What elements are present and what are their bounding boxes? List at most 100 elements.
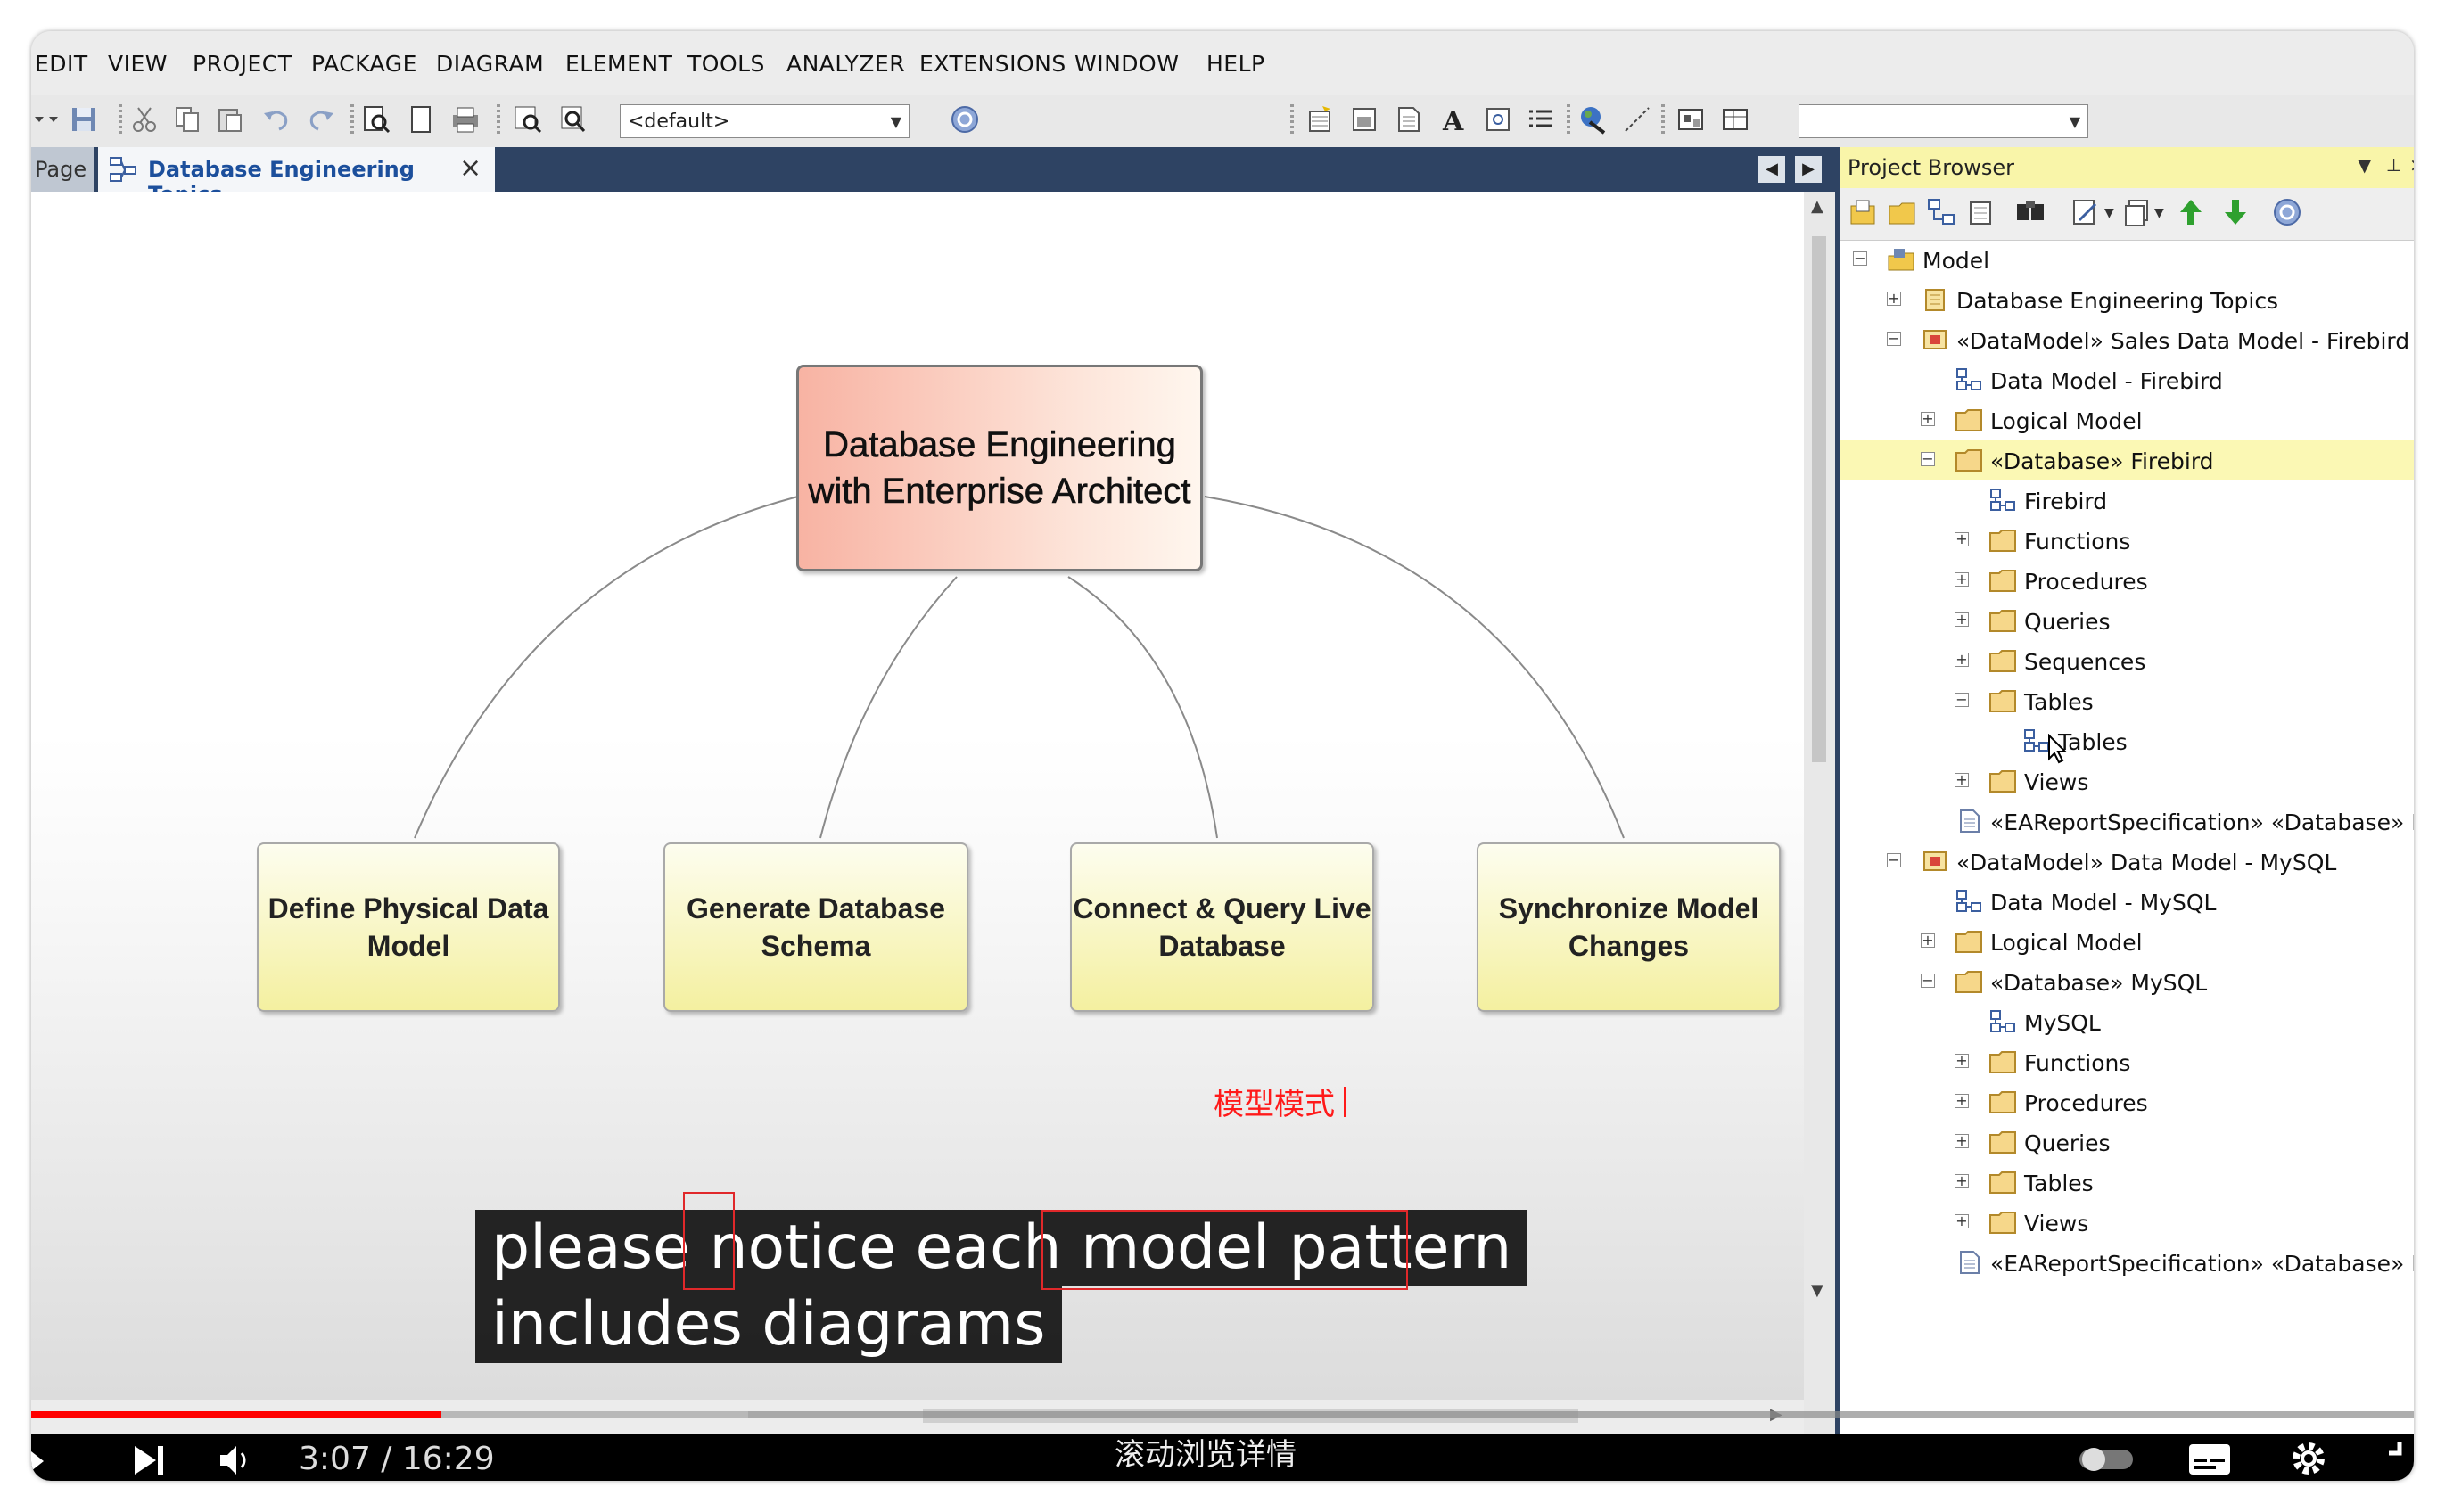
- menu-extensions[interactable]: EXTENSIONS: [919, 51, 1066, 77]
- tree-item-tables-diagram[interactable]: Tables: [1840, 721, 2414, 764]
- tree-item-queries[interactable]: + Queries: [1840, 601, 2414, 640]
- tree-item-database-engineering-topics[interactable]: + Database Engineering Topics: [1840, 280, 2414, 319]
- tree-item-views[interactable]: + Views: [1840, 761, 2414, 801]
- collapse-icon[interactable]: −: [1955, 693, 1969, 707]
- save-icon[interactable]: [69, 104, 99, 135]
- connector-4[interactable]: [1204, 496, 1625, 839]
- toolbar-right-combo[interactable]: ▼: [1799, 104, 2088, 138]
- expand-icon[interactable]: +: [1887, 292, 1901, 306]
- move-up-icon[interactable]: [2176, 197, 2206, 227]
- new-package-icon[interactable]: [1887, 197, 1917, 227]
- subtitles-icon[interactable]: [2187, 1441, 2232, 1476]
- play-icon[interactable]: [31, 1448, 53, 1475]
- tree-item-queries-mysql[interactable]: + Queries: [1840, 1122, 2414, 1162]
- expand-icon[interactable]: +: [1955, 1214, 1969, 1228]
- pin-icon[interactable]: ⊥: [2386, 154, 2401, 176]
- paste-icon[interactable]: [215, 104, 245, 135]
- find-icon[interactable]: [361, 104, 391, 135]
- new-diagram-icon[interactable]: [1926, 197, 1956, 227]
- zoom-page-icon[interactable]: [557, 104, 588, 135]
- tree-item-procedures[interactable]: + Procedures: [1840, 561, 2414, 600]
- redo-icon[interactable]: [306, 104, 336, 135]
- close-icon[interactable]: ×: [459, 152, 482, 184]
- expand-icon[interactable]: +: [1955, 773, 1969, 787]
- menu-analyzer[interactable]: ANALYZER: [786, 51, 905, 77]
- expand-icon[interactable]: +: [1921, 412, 1935, 426]
- collapse-icon[interactable]: −: [1921, 452, 1935, 466]
- menu-project[interactable]: PROJECT: [193, 51, 292, 77]
- new-model-icon[interactable]: [1848, 197, 1878, 227]
- expand-icon[interactable]: +: [1955, 653, 1969, 667]
- copy-icon[interactable]: [172, 104, 202, 135]
- new-element-icon[interactable]: [1305, 104, 1335, 135]
- connector-1[interactable]: [414, 496, 799, 839]
- expand-icon[interactable]: +: [1955, 1054, 1969, 1068]
- boundary-icon[interactable]: [1349, 104, 1379, 135]
- note-icon[interactable]: [1394, 104, 1424, 135]
- menu-package[interactable]: PACKAGE: [311, 51, 417, 77]
- find-in-browser-icon[interactable]: [2015, 197, 2046, 227]
- menu-edit[interactable]: EDIT: [35, 51, 88, 77]
- print-icon[interactable]: [450, 104, 481, 135]
- connector-3[interactable]: [1067, 576, 1218, 839]
- layout-diagram-icon[interactable]: [1675, 104, 1706, 135]
- expand-icon[interactable]: +: [1955, 612, 1969, 627]
- expand-icon[interactable]: +: [1955, 1174, 1969, 1188]
- tree-item-logical-model[interactable]: + Logical Model: [1840, 400, 2414, 440]
- topic-node-define-physical-data-model[interactable]: Define Physical Data Model: [257, 842, 560, 1012]
- help-icon[interactable]: [2272, 197, 2302, 227]
- dropdown-arrow-icon[interactable]: [31, 104, 62, 135]
- topic-node-connect-query-live-database[interactable]: Connect & Query Live Database: [1070, 842, 1374, 1012]
- color-icon[interactable]: [1577, 104, 1608, 135]
- list-icon[interactable]: [1526, 104, 1556, 135]
- hyperlink-icon[interactable]: [1483, 104, 1513, 135]
- autoplay-toggle-icon[interactable]: [2078, 1442, 2135, 1475]
- panel-menu-icon[interactable]: ▼: [2358, 154, 2371, 176]
- expand-icon[interactable]: +: [1921, 933, 1935, 948]
- tree-item-views-mysql[interactable]: + Views: [1840, 1203, 2414, 1242]
- tree-item-functions-mysql[interactable]: + Functions: [1840, 1042, 2414, 1081]
- tree-item-sequences[interactable]: + Sequences: [1840, 641, 2414, 680]
- topic-node-generate-database-schema[interactable]: Generate Database Schema: [663, 842, 968, 1012]
- volume-icon[interactable]: [217, 1442, 256, 1478]
- chevron-down-icon[interactable]: ▼: [2104, 206, 2114, 220]
- tab-scroll-right-icon[interactable]: ▶: [1795, 156, 1822, 183]
- tree-item-logical-model-mysql[interactable]: + Logical Model: [1840, 922, 2414, 961]
- tab-database-engineering-topics[interactable]: Database Engineering Topics ×: [96, 147, 495, 207]
- chevron-down-icon[interactable]: ▼: [2154, 206, 2164, 220]
- menu-view[interactable]: VIEW: [108, 51, 168, 77]
- tab-page[interactable]: Page: [31, 147, 94, 192]
- expand-icon[interactable]: +: [1955, 1094, 1969, 1108]
- menu-diagram[interactable]: DIAGRAM: [436, 51, 544, 77]
- tree-item-datamodel-firebird[interactable]: − «DataModel» Sales Data Model - Firebir…: [1840, 320, 2414, 359]
- topic-node-synchronize-model-changes[interactable]: Synchronize Model Changes: [1477, 842, 1781, 1012]
- scroll-for-details-hint[interactable]: 滚动浏览详情: [1115, 1430, 1297, 1474]
- expand-icon[interactable]: +: [1955, 572, 1969, 587]
- tree-item-diagram-firebird[interactable]: Firebird: [1840, 481, 2414, 520]
- tree-item-procedures-mysql[interactable]: + Procedures: [1840, 1082, 2414, 1122]
- scroll-up-icon[interactable]: ▲: [1811, 197, 1823, 216]
- tree-item-tables-folder[interactable]: − Tables: [1840, 681, 2414, 720]
- close-icon[interactable]: ×: [2409, 154, 2414, 176]
- tree-item-model[interactable]: − Model: [1840, 240, 2414, 279]
- menu-window[interactable]: WINDOW: [1074, 51, 1179, 77]
- tree-item-report-spec-firebird[interactable]: «EAReportSpecification» «Database» Fi: [1840, 801, 2414, 841]
- text-icon[interactable]: A: [1438, 104, 1469, 135]
- tree-item-datamodel-mysql[interactable]: − «DataModel» Data Model - MySQL: [1840, 842, 2414, 881]
- tree-item-database-firebird[interactable]: − «Database» Firebird: [1840, 440, 2414, 480]
- documentation-icon[interactable]: [2122, 197, 2153, 227]
- cut-icon[interactable]: [129, 104, 160, 135]
- new-element-icon[interactable]: [1965, 197, 1996, 227]
- canvas-vertical-scrollbar[interactable]: ▲ ▼: [1804, 192, 1835, 1434]
- scroll-down-icon[interactable]: ▼: [1811, 1281, 1823, 1300]
- settings-gear-icon[interactable]: [2289, 1439, 2328, 1478]
- collapse-icon[interactable]: −: [1921, 974, 1935, 988]
- move-down-icon[interactable]: [2220, 197, 2251, 227]
- line-icon[interactable]: [1622, 104, 1652, 135]
- expand-icon[interactable]: +: [1955, 532, 1969, 546]
- menu-help[interactable]: HELP: [1206, 51, 1265, 77]
- tree-item-tables-mysql[interactable]: + Tables: [1840, 1163, 2414, 1202]
- page-icon[interactable]: [406, 104, 436, 135]
- undo-icon[interactable]: [261, 104, 292, 135]
- connector-2[interactable]: [819, 576, 958, 839]
